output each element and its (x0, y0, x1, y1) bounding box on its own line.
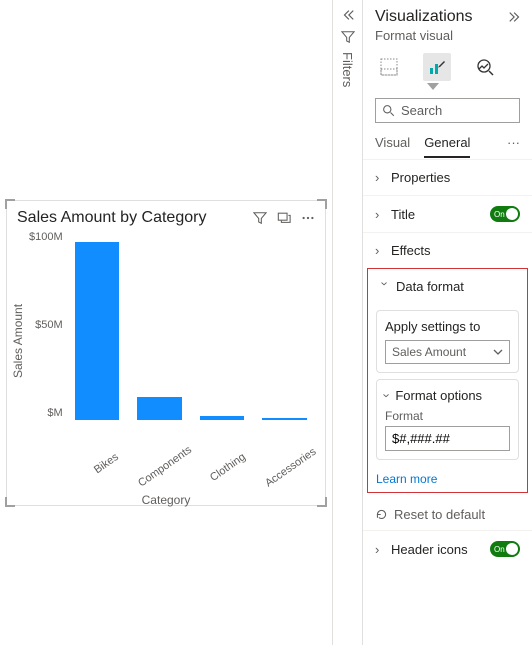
search-icon (382, 104, 395, 117)
chevron-right-icon: › (375, 170, 385, 185)
bars (67, 231, 315, 421)
section-effects[interactable]: › Effects (363, 232, 532, 268)
focus-mode-icon[interactable] (277, 211, 291, 225)
apply-settings-select[interactable]: Sales Amount (385, 340, 510, 364)
analytics-icon[interactable] (471, 53, 499, 81)
selection-handle-tr[interactable] (317, 199, 327, 209)
format-mode-switch (363, 49, 532, 83)
select-value: Sales Amount (392, 345, 466, 359)
filters-label: Filters (340, 52, 355, 87)
section-label: Properties (391, 170, 520, 185)
filter-icon[interactable] (253, 211, 267, 225)
filters-pane-collapsed[interactable]: Filters (332, 0, 362, 645)
expand-icon[interactable] (508, 10, 522, 24)
pane-subtitle: Format visual (363, 28, 532, 49)
search-placeholder: Search (401, 103, 442, 118)
format-visual-icon[interactable] (423, 53, 451, 81)
section-label: Data format (396, 279, 515, 294)
y-tick: $M (29, 407, 63, 419)
toggle-label: On (494, 545, 505, 554)
format-options-label: Format options (395, 388, 482, 403)
bar-components[interactable] (137, 397, 182, 420)
chart-visual[interactable]: Sales Amount by Category Sales Amount $1… (6, 200, 326, 506)
section-label: Effects (391, 243, 520, 258)
bar-accessories[interactable] (262, 418, 307, 420)
bar-bikes[interactable] (75, 242, 120, 420)
visualizations-pane: Visualizations Format visual Search Visu… (362, 0, 532, 645)
reset-icon (375, 508, 388, 521)
build-visual-icon[interactable] (375, 53, 403, 81)
y-tick: $100M (29, 231, 63, 243)
toggle-title[interactable]: On (490, 206, 520, 222)
selection-handle-br[interactable] (317, 497, 327, 507)
chevron-down-icon: › (378, 282, 393, 292)
pane-header: Visualizations (363, 0, 532, 28)
y-axis-ticks: $100M $50M $M (25, 231, 67, 419)
format-tabs: Visual General ··· (363, 129, 532, 159)
apply-settings-card: Apply settings to Sales Amount (376, 310, 519, 373)
bar-clothing[interactable] (200, 416, 245, 420)
chevron-right-icon: › (375, 207, 385, 222)
selection-handle-tl[interactable] (5, 199, 15, 209)
toggle-header-icons[interactable]: On (490, 541, 520, 557)
chevron-right-icon: › (375, 542, 385, 557)
chart-header: Sales Amount by Category (7, 201, 325, 231)
active-tab-pointer (427, 83, 439, 90)
section-properties[interactable]: › Properties (363, 159, 532, 195)
toggle-label: On (494, 210, 505, 219)
chart-plot-area: Sales Amount $100M $50M $M (7, 231, 325, 451)
collapse-icon[interactable] (341, 8, 355, 22)
tab-general[interactable]: General (424, 135, 470, 158)
y-tick: $50M (29, 319, 63, 331)
search-input[interactable]: Search (375, 98, 520, 123)
apply-settings-label: Apply settings to (385, 319, 510, 334)
format-field-label: Format (385, 409, 510, 423)
chevron-right-icon: › (375, 243, 385, 258)
section-label: Title (391, 207, 484, 222)
section-title[interactable]: › Title On (363, 195, 532, 232)
more-options-icon[interactable] (301, 211, 315, 225)
section-label: Header icons (391, 542, 484, 557)
y-axis-label: Sales Amount (11, 231, 25, 451)
highlighted-area: › Data format Apply settings to Sales Am… (367, 268, 528, 493)
report-canvas[interactable]: Sales Amount by Category Sales Amount $1… (0, 0, 332, 645)
chevron-down-icon: › (380, 393, 395, 397)
format-options-card: › Format options Format (376, 379, 519, 460)
section-header-icons[interactable]: › Header icons On (363, 530, 532, 567)
tab-visual[interactable]: Visual (375, 135, 410, 158)
learn-more-link[interactable]: Learn more (368, 466, 527, 486)
tabs-more-icon[interactable]: ··· (507, 135, 520, 158)
filter-icon (341, 30, 355, 44)
chart-title: Sales Amount by Category (17, 209, 245, 227)
section-data-format[interactable]: › Data format (368, 269, 527, 304)
pane-title: Visualizations (375, 8, 473, 26)
reset-to-default[interactable]: Reset to default (363, 499, 532, 530)
x-axis-ticks: Bikes Components Clothing Accessories (7, 451, 325, 487)
format-input[interactable] (385, 426, 510, 451)
chevron-down-icon (493, 347, 503, 357)
reset-label: Reset to default (394, 507, 485, 522)
selection-handle-bl[interactable] (5, 497, 15, 507)
